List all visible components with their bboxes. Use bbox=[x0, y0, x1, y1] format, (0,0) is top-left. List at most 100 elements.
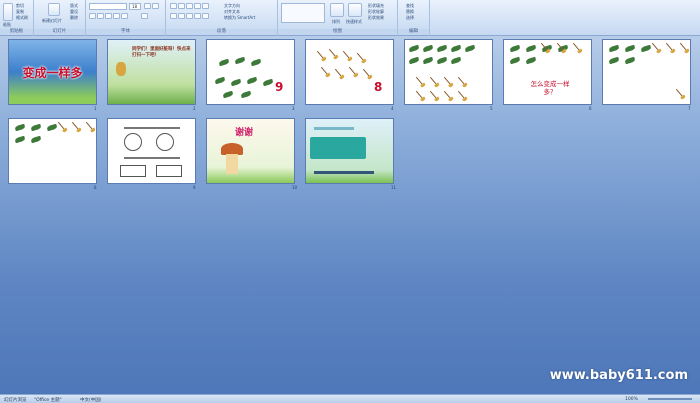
drawing-group-label: 绘图 bbox=[278, 29, 397, 35]
convert-smartart-button[interactable]: 转换为 SmartArt bbox=[224, 15, 255, 21]
paragraph-group-label: 段落 bbox=[166, 29, 277, 35]
increase-indent-button[interactable] bbox=[194, 3, 201, 9]
slide-thumbnail-1[interactable]: 变成一样多 bbox=[8, 39, 97, 105]
paragraph-group: 文字方向 对齐文本 转换为 SmartArt 段落 bbox=[166, 0, 278, 36]
select-button[interactable]: 选择 bbox=[406, 15, 414, 21]
new-slide-button[interactable] bbox=[48, 3, 60, 16]
status-bar: 幻灯片浏览 "Office 主题" 中文(中国) 100% bbox=[0, 394, 700, 403]
line-spacing-button[interactable] bbox=[202, 3, 209, 9]
quick-styles-button[interactable] bbox=[348, 3, 362, 17]
leaf-icon bbox=[14, 135, 26, 144]
align-left-button[interactable] bbox=[170, 13, 177, 19]
columns-button[interactable] bbox=[202, 13, 209, 19]
slide-thumbnail-8[interactable] bbox=[8, 118, 97, 184]
shadow-button[interactable] bbox=[121, 13, 128, 19]
slide-9-line-mid bbox=[124, 157, 180, 159]
ten-frame-box bbox=[156, 165, 182, 177]
font-name-combo[interactable] bbox=[89, 3, 127, 10]
numbering-button[interactable] bbox=[178, 3, 185, 9]
grow-font-button[interactable] bbox=[144, 3, 151, 9]
leaf-icon bbox=[246, 76, 258, 85]
format-painter-button[interactable]: 格式刷 bbox=[16, 15, 28, 21]
paste-button[interactable] bbox=[3, 3, 13, 21]
view-mode-label: 幻灯片浏览 bbox=[4, 398, 27, 403]
broom-icon bbox=[665, 42, 674, 52]
leaf-icon bbox=[230, 78, 242, 87]
delete-button[interactable]: 删除 bbox=[70, 15, 78, 21]
shrink-font-button[interactable] bbox=[152, 3, 159, 9]
strikethrough-button[interactable] bbox=[113, 13, 120, 19]
slide-9-line-top bbox=[124, 127, 180, 129]
shape-effects-button[interactable]: 形状效果 bbox=[368, 15, 384, 21]
underline-button[interactable] bbox=[105, 13, 112, 19]
broom-icon bbox=[85, 121, 94, 131]
slide-number: 4 bbox=[391, 106, 394, 111]
leaf-icon bbox=[436, 44, 448, 53]
broom-icon bbox=[443, 90, 452, 100]
zoom-slider[interactable] bbox=[648, 398, 692, 400]
slide-thumbnail-2[interactable]: 同学们！里面好脏呀！快点来打扫一下吧！ bbox=[107, 39, 196, 105]
bold-button[interactable] bbox=[89, 13, 96, 19]
align-right-button[interactable] bbox=[186, 13, 193, 19]
slide-thumbnail-6[interactable]: 怎么变成一样多？ bbox=[503, 39, 592, 105]
leaf-icon bbox=[422, 56, 434, 65]
drawing-group: 排列 快速样式 形状填充 形状轮廓 形状效果 绘图 bbox=[278, 0, 398, 36]
leaf-icon bbox=[624, 56, 636, 65]
justify-button[interactable] bbox=[194, 13, 201, 19]
broom-icon bbox=[328, 48, 337, 58]
slide-thumbnail-10[interactable]: 谢谢 bbox=[206, 118, 295, 184]
slide-thumbnail-5[interactable] bbox=[404, 39, 493, 105]
zoom-level[interactable]: 100% bbox=[625, 397, 638, 402]
slide-number: 11 bbox=[391, 185, 397, 190]
slide-2-text: 同学们！里面好脏呀！快点来打扫一下吧！ bbox=[132, 47, 191, 58]
align-center-button[interactable] bbox=[178, 13, 185, 19]
broom-icon bbox=[457, 90, 466, 100]
slide-thumbnail-4[interactable]: 8 bbox=[305, 39, 394, 105]
slide-number: 8 bbox=[94, 185, 97, 190]
font-group: 18 字体 bbox=[86, 0, 166, 36]
bullets-button[interactable] bbox=[170, 3, 177, 9]
editing-group: 查找 替换 选择 编辑 bbox=[398, 0, 430, 36]
shapes-gallery[interactable] bbox=[281, 3, 325, 23]
broom-icon bbox=[316, 50, 325, 60]
font-group-label: 字体 bbox=[86, 29, 165, 35]
slide-thumbnail-3[interactable]: 9 bbox=[206, 39, 295, 105]
italic-button[interactable] bbox=[97, 13, 104, 19]
clipboard-group: 粘贴 剪切 复制 格式刷 剪贴板 bbox=[0, 0, 34, 36]
ten-frame-box bbox=[120, 165, 146, 177]
slide-number: 10 bbox=[292, 185, 298, 190]
font-size-combo[interactable]: 18 bbox=[129, 3, 141, 10]
broom-icon bbox=[415, 76, 424, 86]
broom-icon bbox=[356, 52, 365, 62]
mushroom-house-stem bbox=[226, 154, 238, 174]
ribbon: 粘贴 剪切 复制 格式刷 剪贴板 新建幻灯片 版式 重设 删除 幻灯片 18 字… bbox=[0, 0, 700, 36]
slide-thumbnail-9[interactable] bbox=[107, 118, 196, 184]
arrange-label: 排列 bbox=[332, 19, 340, 24]
broom-icon bbox=[415, 90, 424, 100]
leaf-icon bbox=[436, 56, 448, 65]
leaf-icon bbox=[240, 90, 252, 99]
slide-thumbnail-11[interactable] bbox=[305, 118, 394, 184]
leaf-icon bbox=[30, 135, 42, 144]
slide-11-text-line bbox=[314, 127, 354, 130]
broom-icon bbox=[457, 76, 466, 86]
broom-icon bbox=[429, 90, 438, 100]
leaf-icon bbox=[222, 90, 234, 99]
leaf-icon bbox=[30, 123, 42, 132]
broom-icon bbox=[679, 42, 688, 52]
slide-thumbnail-7[interactable] bbox=[602, 39, 691, 105]
leaf-icon bbox=[608, 44, 620, 53]
font-color-button[interactable] bbox=[141, 13, 148, 19]
slide-6-text: 怎么变成一样多？ bbox=[530, 80, 570, 96]
slide-number: 9 bbox=[193, 185, 196, 190]
slide-1-title: 变成一样多 bbox=[22, 66, 83, 80]
quick-styles-label: 快速样式 bbox=[346, 19, 362, 24]
theme-label: "Office 主题" bbox=[34, 398, 62, 403]
leaf-icon bbox=[509, 44, 521, 53]
arrange-button[interactable] bbox=[330, 3, 344, 17]
leaf-icon bbox=[14, 123, 26, 132]
new-slide-label: 新建幻灯片 bbox=[42, 18, 62, 23]
slide-3-digit: 9 bbox=[275, 80, 284, 94]
decrease-indent-button[interactable] bbox=[186, 3, 193, 9]
leaf-icon bbox=[234, 56, 246, 65]
